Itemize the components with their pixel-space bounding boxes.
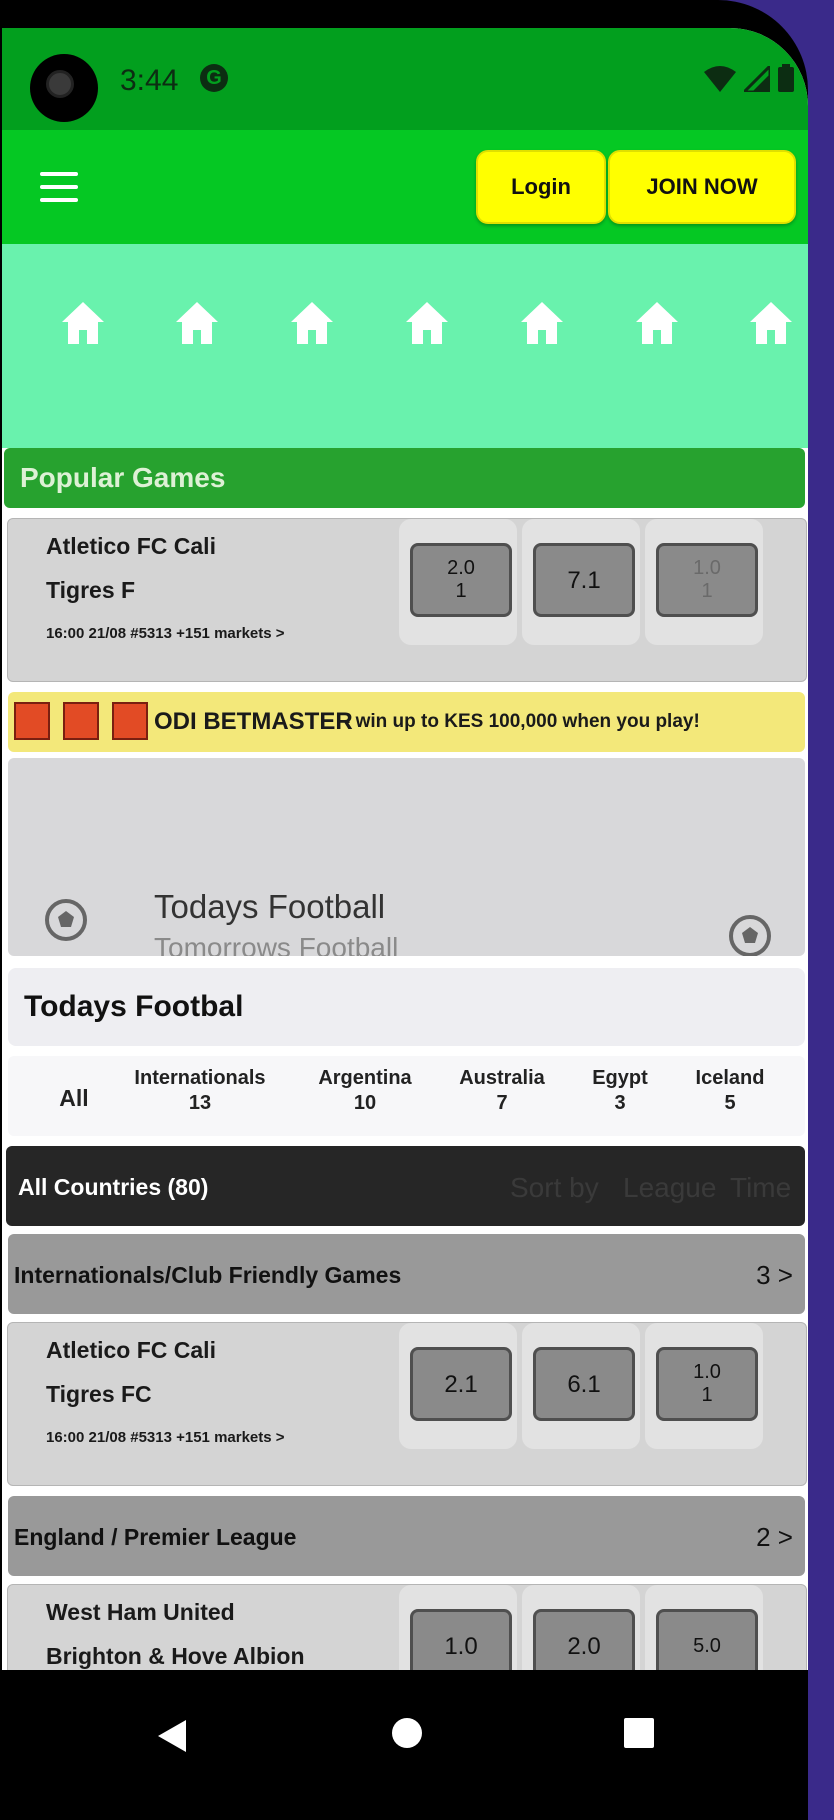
odd-button-draw[interactable]: 6.1 (533, 1347, 635, 1421)
home-icon[interactable] (748, 300, 794, 346)
screen: 3:44 G Login JOIN NOW Popular Games Atle… (2, 28, 808, 1820)
odd-button-away[interactable]: 1.0 1 (656, 1347, 758, 1421)
hamburger-icon[interactable] (40, 172, 78, 202)
list-header: All Countries (80) Sort by League Time (6, 1146, 805, 1226)
league-header[interactable]: England / Premier League 2 > (8, 1496, 805, 1576)
app-header: Login JOIN NOW (2, 130, 808, 244)
sort-league-button[interactable]: League (623, 1172, 716, 1204)
odd-wrap: 2.0 1 (399, 519, 517, 645)
flame-icon (14, 702, 50, 740)
promo-banner[interactable]: ODI BETMASTER - win up to KES 100,000 wh… (8, 692, 805, 752)
odd-button-draw[interactable]: 7.1 (533, 543, 635, 617)
match-meta[interactable]: 16:00 21/08 #5313 +151 markets > (46, 1429, 285, 1446)
battery-icon (778, 64, 794, 92)
home-team: Atletico FC Cali (46, 533, 216, 559)
section-title: Todays Footbal (24, 990, 244, 1023)
home-circle-icon[interactable] (392, 1718, 422, 1748)
all-countries-label: All Countries (80) (18, 1174, 209, 1200)
country-name: All (59, 1085, 89, 1111)
sort-time-button[interactable]: Time (730, 1172, 791, 1204)
section-header: Todays Footbal (8, 968, 805, 1046)
away-team: Tigres F (46, 577, 136, 603)
football-icon (729, 915, 771, 956)
promo-text: - win up to KES 100,000 when you play! (344, 711, 700, 732)
away-team: Brighton & Hove Albion (46, 1643, 305, 1669)
carousel-next[interactable]: Tomorrows Football (154, 932, 398, 956)
carousel-current[interactable]: Todays Football (154, 888, 385, 926)
league-header[interactable]: Internationals/Club Friendly Games 3 > (8, 1234, 805, 1314)
league-count: 2 > (756, 1522, 793, 1552)
country-name: Egypt (592, 1067, 648, 1089)
match-card[interactable]: Atletico FC Cali Tigres FC 16:00 21/08 #… (7, 1322, 807, 1486)
country-name: Iceland (695, 1067, 765, 1089)
country-count: 3 (614, 1092, 626, 1114)
nav-strip (2, 244, 808, 448)
odd-wrap: 7.1 (522, 519, 640, 645)
system-nav-bar (2, 1670, 808, 1820)
country-tab-argentina[interactable]: Argentina 10 (300, 1066, 430, 1116)
country-name: Australia (459, 1067, 545, 1089)
status-bar: 3:44 G (2, 28, 808, 130)
home-icon[interactable] (404, 300, 450, 346)
football-icon (45, 899, 87, 941)
promo-title: ODI BETMASTER (154, 708, 353, 735)
country-tab-iceland[interactable]: Iceland 5 (684, 1066, 776, 1116)
country-count: 13 (188, 1092, 212, 1114)
recents-icon[interactable] (624, 1718, 654, 1748)
home-icon[interactable] (634, 300, 680, 346)
league-count: 3 > (756, 1260, 793, 1290)
odd-button-home[interactable]: 2.0 1 (410, 543, 512, 617)
phone-frame: 3:44 G Login JOIN NOW Popular Games Atle… (0, 0, 808, 1820)
wifi-icon (704, 66, 736, 92)
league-name: England / Premier League (14, 1524, 297, 1550)
odd-wrap: 1.0 1 (645, 519, 763, 645)
login-button[interactable]: Login (476, 150, 606, 224)
back-icon[interactable] (156, 1718, 188, 1754)
country-count: 10 (353, 1092, 377, 1114)
home-icon[interactable] (289, 300, 335, 346)
sport-carousel[interactable]: Todays Football Tomorrows Football (8, 758, 805, 956)
away-team: Tigres FC (46, 1381, 152, 1407)
home-icon[interactable] (174, 300, 220, 346)
country-name: Internationals (134, 1067, 266, 1089)
popular-games-header: Popular Games (4, 448, 805, 508)
country-filter: All Internationals 13 Argentina 10 Austral… (8, 1056, 805, 1136)
country-count: 7 (496, 1092, 508, 1114)
match-meta[interactable]: 16:00 21/08 #5313 +151 markets > (46, 625, 285, 642)
home-icon[interactable] (519, 300, 565, 346)
odd-button-home[interactable]: 2.1 (410, 1347, 512, 1421)
country-tab-egypt[interactable]: Egypt 3 (576, 1066, 664, 1116)
country-tab-australia[interactable]: Australia 7 (442, 1066, 562, 1116)
google-icon: G (200, 64, 228, 92)
flame-icon (112, 702, 148, 740)
home-team: West Ham United (46, 1599, 235, 1625)
league-name: Internationals/Club Friendly Games (14, 1262, 402, 1288)
camera-icon (30, 54, 98, 122)
country-name: Argentina (318, 1067, 412, 1089)
country-tab-all[interactable]: All (54, 1086, 94, 1111)
odd-wrap: 6.1 (522, 1323, 640, 1449)
status-time: 3:44 (120, 64, 179, 97)
signal-icon (744, 66, 770, 92)
country-tab-internationals[interactable]: Internationals 13 (130, 1066, 270, 1116)
join-now-button[interactable]: JOIN NOW (608, 150, 796, 224)
country-count: 5 (724, 1092, 736, 1114)
home-team: Atletico FC Cali (46, 1337, 216, 1363)
match-card[interactable]: Atletico FC Cali Tigres F 16:00 21/08 #5… (7, 518, 807, 682)
home-icon[interactable] (60, 300, 106, 346)
flame-icon (63, 702, 99, 740)
status-icons (704, 64, 794, 92)
sort-by-label: Sort by (510, 1172, 599, 1203)
popular-games-title: Popular Games (20, 462, 226, 493)
odd-wrap: 1.0 1 (645, 1323, 763, 1449)
odd-wrap: 2.1 (399, 1323, 517, 1449)
odd-button-away[interactable]: 1.0 1 (656, 543, 758, 617)
